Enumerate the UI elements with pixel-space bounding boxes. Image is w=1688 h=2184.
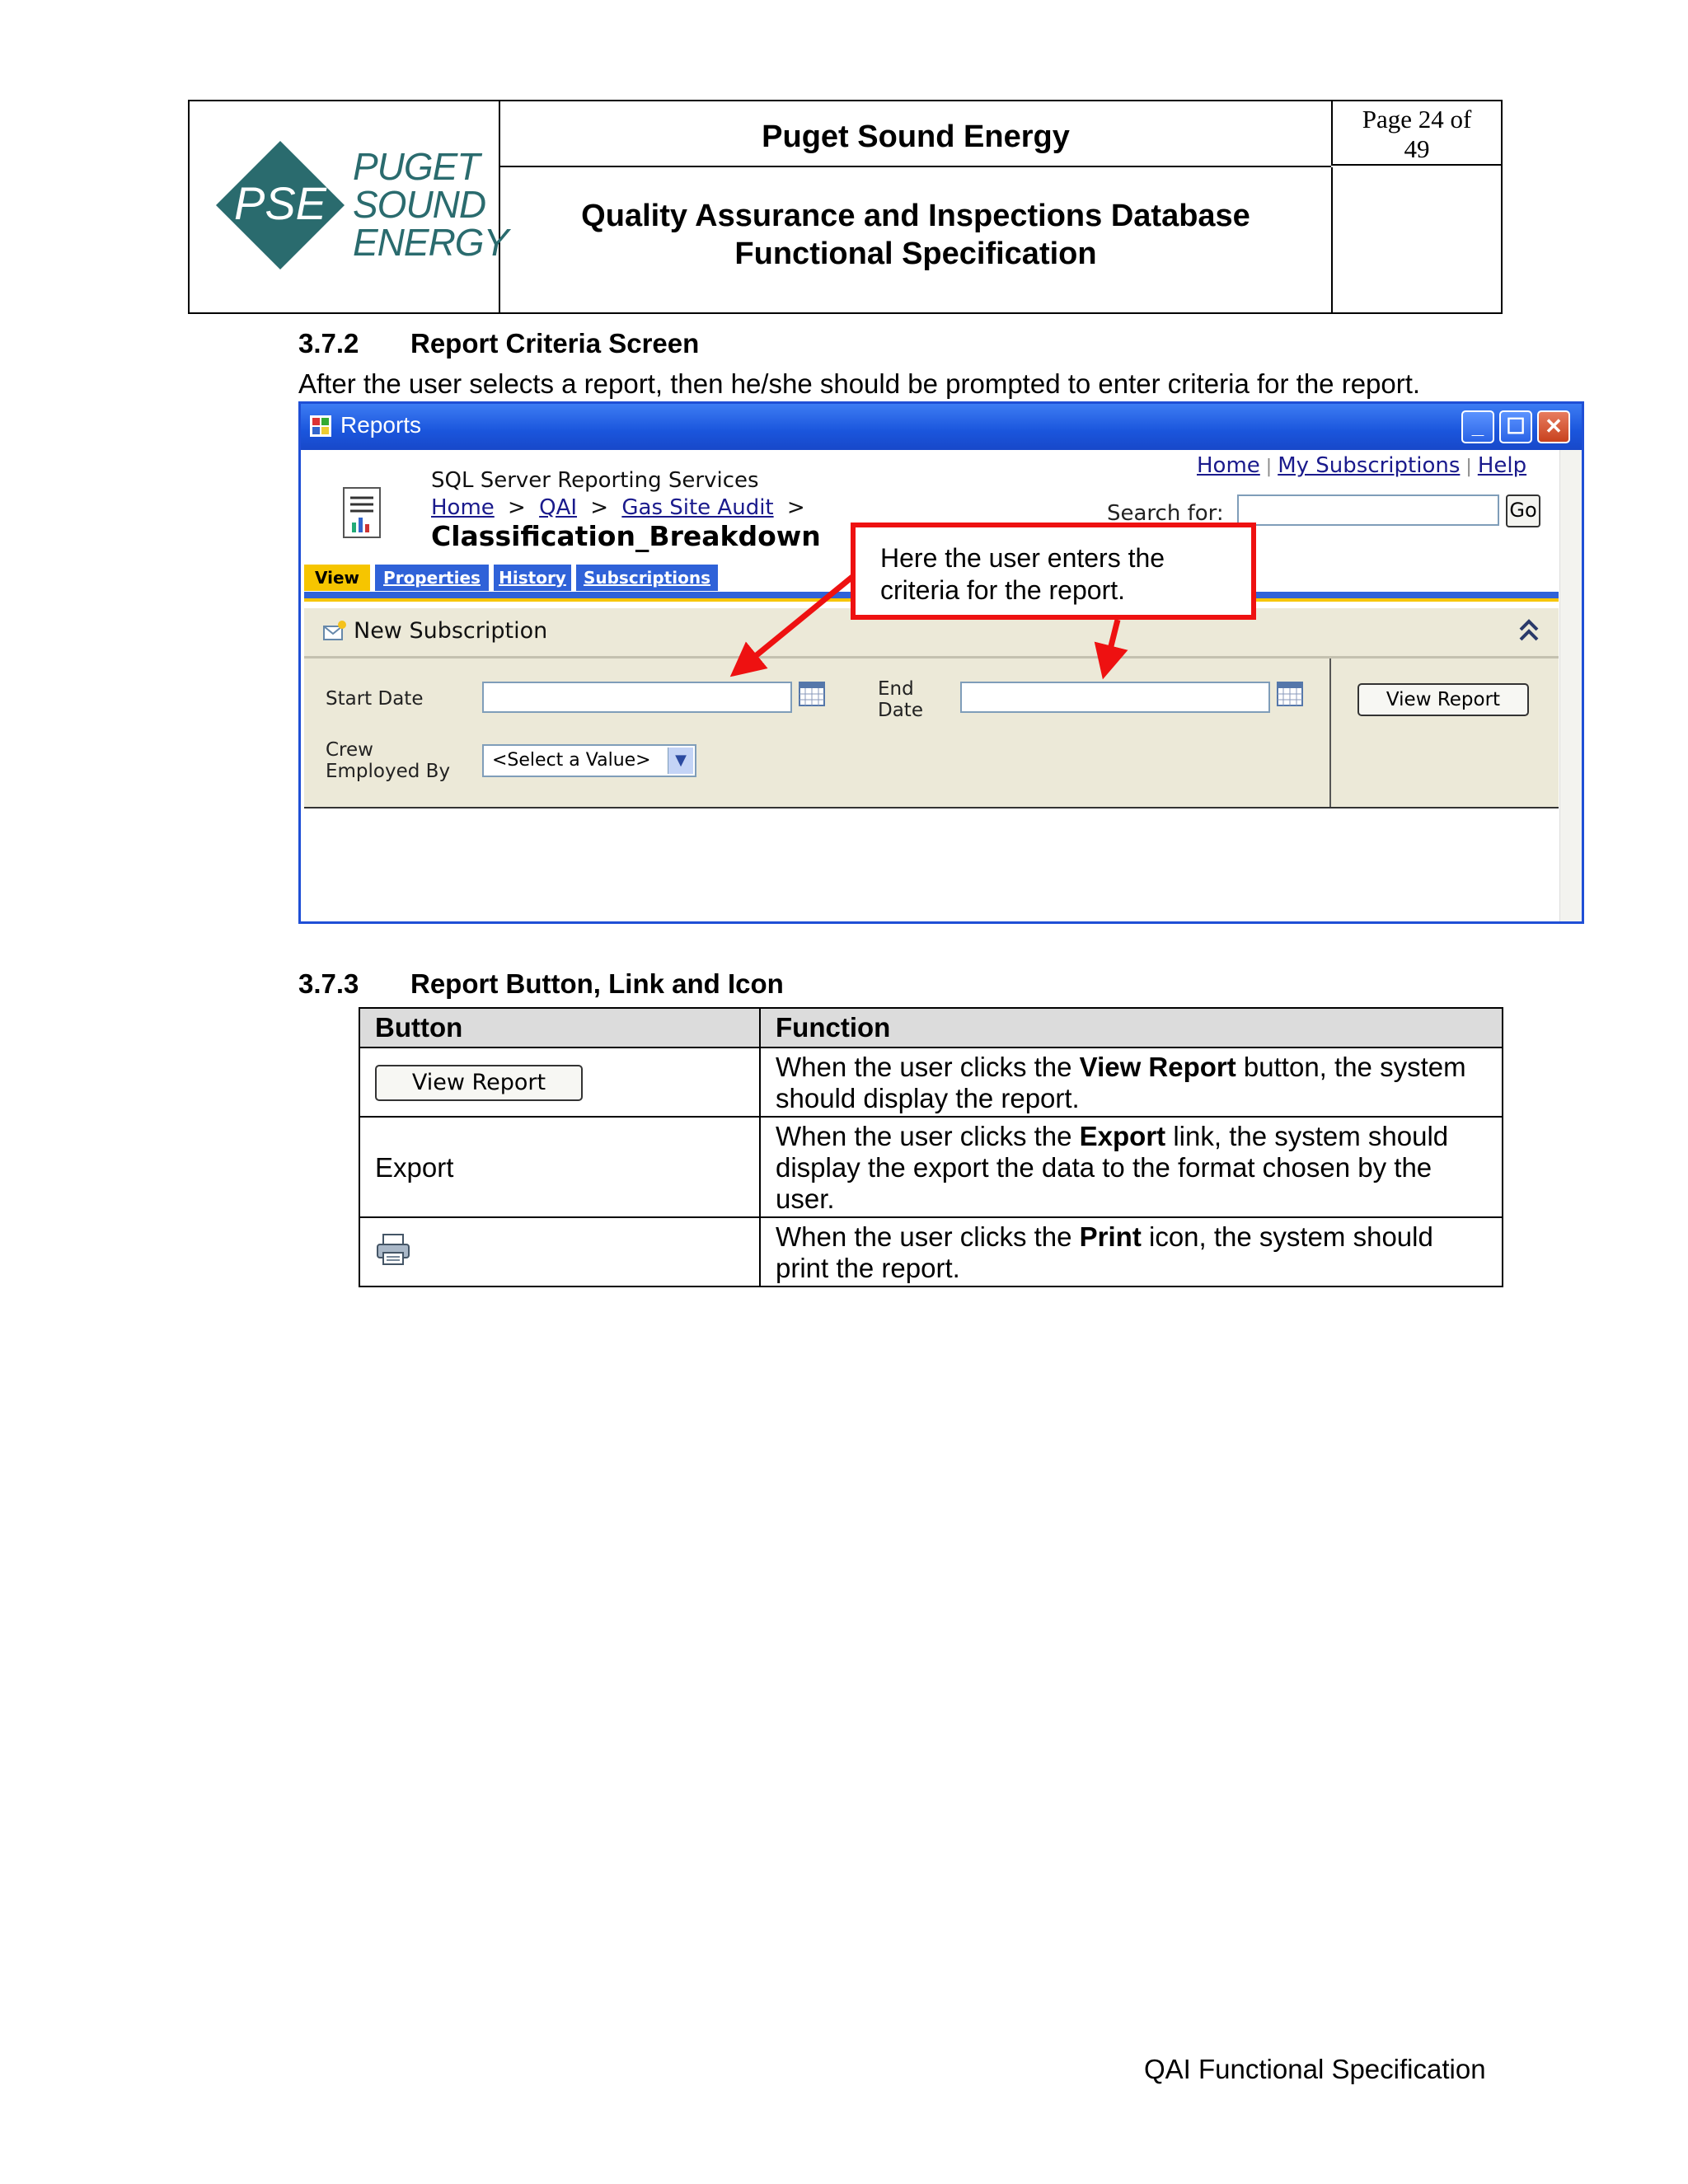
- crew-employed-by-label: Crew Employed By: [326, 739, 450, 782]
- go-button[interactable]: Go: [1506, 494, 1540, 527]
- print-icon[interactable]: [375, 1233, 411, 1266]
- table-row: View Report When the user clicks the Vie…: [359, 1047, 1503, 1118]
- start-date-label: Start Date: [326, 688, 424, 710]
- report-document-icon: [343, 487, 381, 538]
- end-date-label-line-2: Date: [878, 700, 923, 721]
- new-subscription-link[interactable]: New Subscription: [354, 618, 547, 644]
- view-report-button[interactable]: View Report: [1357, 683, 1529, 716]
- parameters-panel: Start Date End Date Crew Employed By <Se…: [304, 658, 1559, 808]
- window-title: Reports: [340, 412, 422, 438]
- help-link[interactable]: Help: [1478, 453, 1526, 478]
- crew-label-line-2: Employed By: [326, 761, 451, 782]
- table-cell-function: When the user clicks the Export link, th…: [759, 1116, 1503, 1218]
- tab-subscriptions[interactable]: Subscriptions: [576, 565, 718, 591]
- reports-window-screenshot: Reports _ ☐ ✕ SQL Server Reporting Servi…: [298, 401, 1584, 924]
- logo-word-2: SOUND: [353, 183, 486, 226]
- breadcrumb-home[interactable]: Home: [431, 495, 495, 520]
- function-keyword: Export: [1079, 1121, 1166, 1151]
- start-date-input[interactable]: [482, 682, 792, 713]
- new-subscription-icon[interactable]: [322, 620, 347, 643]
- functions-table: Button Function View Report When the use…: [359, 1007, 1503, 1287]
- function-text: When the user clicks the: [776, 1052, 1080, 1082]
- breadcrumb-separator: >: [590, 495, 609, 520]
- ssrs-app-name: SQL Server Reporting Services: [431, 468, 759, 493]
- header-empty-cell: [1331, 167, 1503, 312]
- function-text: When the user clicks the: [776, 1121, 1080, 1151]
- table-cell-item: [359, 1216, 761, 1287]
- vertical-scrollbar[interactable]: [1559, 450, 1582, 921]
- function-keyword: Print: [1079, 1221, 1142, 1252]
- table-cell-item: View Report: [359, 1047, 761, 1118]
- home-link[interactable]: Home: [1197, 453, 1260, 478]
- close-icon[interactable]: ✕: [1537, 410, 1570, 443]
- page-footer: QAI Functional Specification: [1144, 2054, 1486, 2084]
- window-titlebar: Reports _ ☐ ✕: [301, 404, 1582, 450]
- column-header-function: Function: [759, 1007, 1503, 1048]
- end-date-input[interactable]: [960, 682, 1270, 713]
- function-text: When the user clicks the: [776, 1221, 1080, 1252]
- table-row: Export When the user clicks the Export l…: [359, 1116, 1503, 1218]
- end-date-label: End Date: [878, 678, 923, 721]
- tab-properties[interactable]: Properties: [375, 565, 489, 591]
- criteria-callout: Here the user enters the criteria for th…: [851, 523, 1256, 620]
- logo-word-3: ENERGY: [353, 221, 509, 264]
- logo-cell: PSE PUGET SOUND ENERGY: [190, 101, 509, 312]
- tab-history[interactable]: History: [494, 565, 571, 591]
- breadcrumb-separator: >: [508, 495, 526, 520]
- logo-wordmark: PUGET SOUND ENERGY: [353, 145, 509, 264]
- page-number: Page 24 of 49: [1331, 101, 1501, 166]
- section-paragraph: After the user selects a report, then he…: [298, 368, 1421, 399]
- section-title: Report Button, Link and Icon: [410, 968, 784, 999]
- section-title: Report Criteria Screen: [410, 328, 700, 359]
- page-number-line-2: 49: [1404, 134, 1430, 163]
- chevron-down-icon[interactable]: ▼: [668, 748, 693, 774]
- tab-view[interactable]: View: [304, 565, 370, 591]
- panel-divider: [1329, 658, 1331, 807]
- table-cell-function: When the user clicks the View Report but…: [759, 1047, 1503, 1118]
- table-row: When the user clicks the Print icon, the…: [359, 1216, 1503, 1287]
- view-report-button-sample[interactable]: View Report: [375, 1065, 583, 1101]
- breadcrumb-qai[interactable]: QAI: [539, 495, 577, 520]
- search-input[interactable]: [1237, 494, 1499, 526]
- breadcrumb: Home > QAI > Gas Site Audit >: [431, 495, 812, 520]
- function-keyword: View Report: [1079, 1052, 1236, 1082]
- logo-mark-text: PSE: [234, 177, 327, 229]
- section-number: 3.7.2: [298, 328, 359, 359]
- document-title-line-2: Functional Specification: [734, 237, 1097, 271]
- reports-app-icon: [310, 415, 331, 437]
- breadcrumb-gas-site-audit[interactable]: Gas Site Audit: [621, 495, 773, 520]
- collapse-chevron-icon[interactable]: [1516, 616, 1542, 646]
- end-date-label-line-1: End: [878, 678, 914, 700]
- organization-name: Puget Sound Energy: [500, 101, 1331, 167]
- report-title: Classification_Breakdown: [431, 520, 821, 552]
- top-links: Home | My Subscriptions | Help: [1197, 453, 1527, 478]
- section-number: 3.7.3: [298, 968, 359, 999]
- crew-label-line-1: Crew: [326, 739, 373, 761]
- column-header-button: Button: [359, 1007, 761, 1048]
- callout-line-1: Here the user enters the: [880, 543, 1165, 573]
- document-title: Quality Assurance and Inspections Databa…: [500, 167, 1331, 312]
- calendar-icon[interactable]: [1277, 682, 1303, 706]
- table-cell-item: Export: [359, 1116, 761, 1218]
- page-number-line-1: Page 24 of: [1362, 105, 1472, 134]
- breadcrumb-separator: >: [786, 495, 805, 520]
- pse-logo-mark: PSE: [216, 141, 345, 269]
- minimize-icon[interactable]: _: [1461, 410, 1494, 443]
- document-title-line-1: Quality Assurance and Inspections Databa…: [581, 199, 1250, 233]
- table-cell-function: When the user clicks the Print icon, the…: [759, 1216, 1503, 1287]
- table-header-row: Button Function: [359, 1007, 1503, 1048]
- maximize-icon[interactable]: ☐: [1499, 410, 1532, 443]
- calendar-icon[interactable]: [799, 682, 825, 706]
- crew-select-value: <Select a Value>: [492, 750, 651, 771]
- my-subscriptions-link[interactable]: My Subscriptions: [1278, 453, 1460, 478]
- logo-word-1: PUGET: [353, 145, 480, 188]
- crew-employed-by-select[interactable]: <Select a Value> ▼: [482, 744, 696, 777]
- callout-line-2: criteria for the report.: [880, 575, 1125, 605]
- document-header: PSE PUGET SOUND ENERGY Puget Sound Energ…: [188, 100, 1503, 314]
